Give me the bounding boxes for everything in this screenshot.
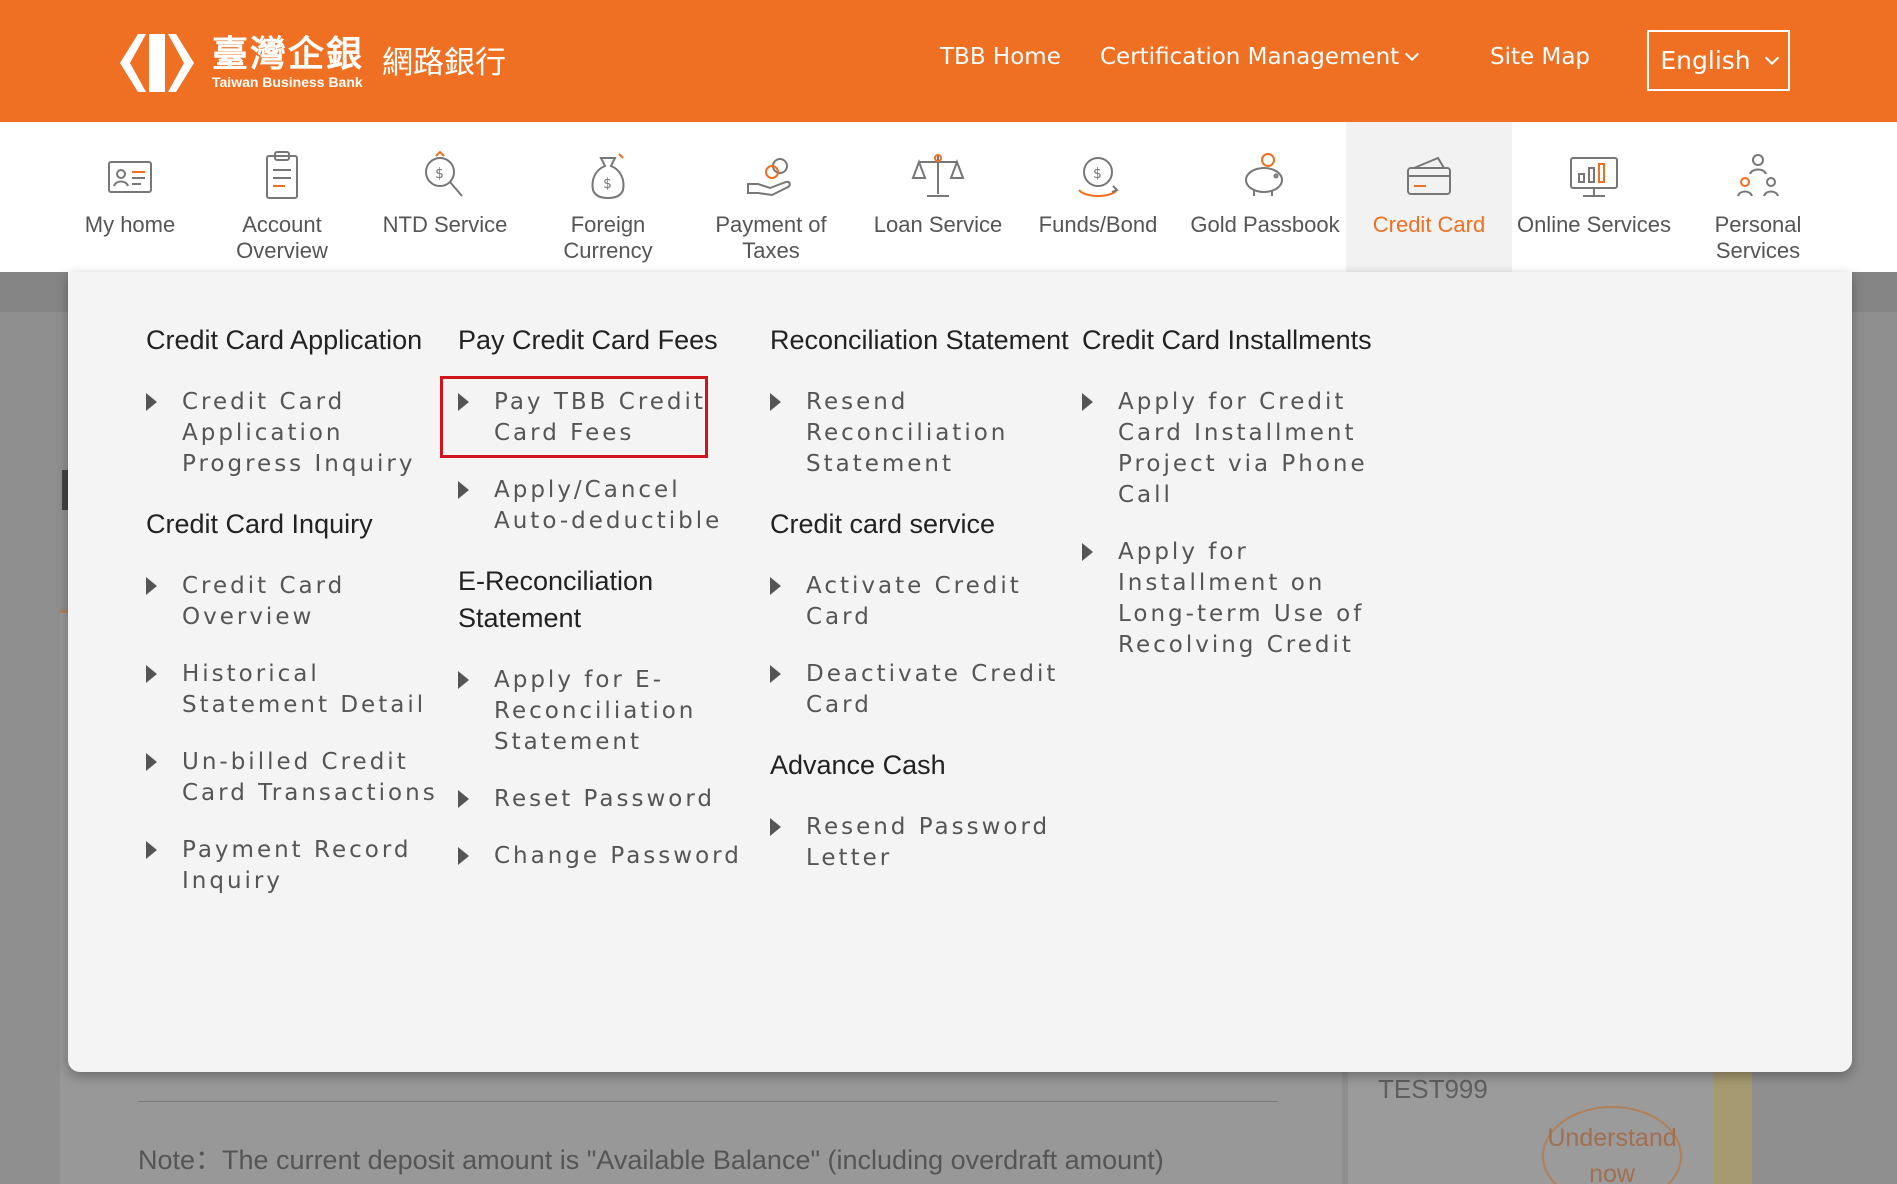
- certification-management-label: Certification Management: [1100, 44, 1400, 70]
- tbb-logo-icon: [120, 34, 194, 92]
- id-card-icon: [108, 161, 152, 193]
- group-title-e-reconciliation-statement: E-Reconciliation Statement: [458, 566, 654, 633]
- menu-label: Gold Passbook: [1190, 212, 1340, 237]
- site-map-link[interactable]: Site Map: [1490, 44, 1590, 70]
- background-divider: [138, 1101, 1278, 1102]
- credit-card-dropdown: Credit Card Application Credit Card Appl…: [68, 272, 1852, 1072]
- svg-text:$: $: [1093, 166, 1102, 182]
- group-title-credit-card-installments: Credit Card Installments: [1082, 325, 1372, 355]
- logo-chinese-name: 臺灣企銀: [212, 33, 365, 75]
- svg-text:$: $: [603, 176, 612, 192]
- svg-text:$: $: [435, 166, 444, 182]
- dropdown-column-4: Credit Card Installments Apply for Credi…: [1082, 322, 1382, 687]
- group-title-pay-credit-card-fees: Pay Credit Card Fees: [458, 325, 718, 355]
- link-historical-statement-detail[interactable]: Historical Statement Detail: [146, 659, 446, 721]
- group-title-reconciliation-statement: Reconciliation Statement: [770, 325, 1069, 355]
- group-title-advance-cash: Advance Cash: [770, 750, 946, 780]
- menu-label: Loan Service: [873, 212, 1003, 237]
- menu-item-funds-bond[interactable]: $ Funds/Bond: [1030, 122, 1166, 272]
- link-credit-card-application-progress-inquiry[interactable]: Credit Card Application Progress Inquiry: [146, 387, 446, 480]
- link-change-password[interactable]: Change Password: [458, 841, 758, 872]
- menu-item-ntd-service[interactable]: $ NTD Service: [378, 122, 512, 272]
- main-menu: My home Account Overview $ NTD Service $…: [0, 122, 1897, 272]
- menu-item-loan-service[interactable]: Loan Service: [868, 122, 1008, 272]
- link-activate-credit-card[interactable]: Activate Credit Card: [770, 571, 1070, 633]
- group-title-credit-card-application: Credit Card Application: [146, 325, 423, 355]
- chevron-down-icon: [1405, 46, 1420, 62]
- menu-item-credit-card[interactable]: Credit Card: [1346, 122, 1512, 272]
- link-reset-password[interactable]: Reset Password: [458, 784, 758, 815]
- link-apply-installment-phone-call[interactable]: Apply for Credit Card Installment Projec…: [1082, 387, 1382, 511]
- background-accent-bar: [1714, 1070, 1752, 1184]
- menu-item-my-home[interactable]: My home: [70, 122, 190, 272]
- menu-item-gold-passbook[interactable]: Gold Passbook: [1190, 122, 1340, 272]
- chevron-down-icon: [1764, 50, 1779, 65]
- menu-label: Credit Card: [1372, 212, 1486, 237]
- group-title-credit-card-service: Credit card service: [770, 509, 996, 539]
- group-title-credit-card-inquiry: Credit Card Inquiry: [146, 509, 373, 539]
- language-select[interactable]: English: [1647, 30, 1790, 91]
- logo-subtitle: 網路銀行: [382, 45, 507, 81]
- credit-card-icon: [1407, 156, 1451, 195]
- link-payment-record-inquiry[interactable]: Payment Record Inquiry: [146, 835, 446, 897]
- menu-item-personal-services[interactable]: Personal Services: [1694, 122, 1822, 272]
- people-icon: [1737, 154, 1779, 197]
- bank-logo[interactable]: 臺灣企銀 Taiwan Business Bank 網路銀行: [116, 30, 506, 96]
- link-unbilled-transactions[interactable]: Un-billed Credit Card Transactions: [146, 747, 446, 809]
- link-apply-cancel-auto-deductible[interactable]: Apply/Cancel Auto-deductible: [458, 475, 758, 537]
- tbb-home-link[interactable]: TBB Home: [940, 44, 1061, 70]
- link-credit-card-overview[interactable]: Credit Card Overview: [146, 571, 446, 633]
- scale-icon: [911, 154, 965, 197]
- link-deactivate-credit-card[interactable]: Deactivate Credit Card: [770, 659, 1070, 721]
- menu-label: Foreign Currency: [563, 212, 653, 263]
- logo-english-name: Taiwan Business Bank: [212, 74, 363, 90]
- account-label: TEST999: [1378, 1074, 1488, 1104]
- link-resend-password-letter[interactable]: Resend Password Letter: [770, 812, 1070, 874]
- menu-label: Funds/Bond: [1038, 212, 1158, 237]
- certification-management-menu[interactable]: Certification Management: [1100, 44, 1420, 70]
- menu-label: Account Overview: [236, 212, 328, 263]
- language-label: English: [1660, 46, 1751, 75]
- top-header: 臺灣企銀 Taiwan Business Bank 網路銀行 TBB Home …: [0, 0, 1897, 122]
- menu-label: My home: [84, 212, 176, 237]
- deposit-note: Note：The current deposit amount is "Avai…: [138, 1145, 1164, 1175]
- link-apply-installment-revolving-credit[interactable]: Apply for Installment on Long-term Use o…: [1082, 537, 1382, 661]
- menu-item-account-overview[interactable]: Account Overview: [222, 122, 342, 272]
- monitor-chart-icon: [1570, 157, 1618, 197]
- link-resend-reconciliation-statement[interactable]: Resend Reconciliation Statement: [770, 387, 1070, 480]
- menu-item-online-services[interactable]: Online Services: [1514, 122, 1674, 272]
- piggy-bank-icon: [1245, 153, 1283, 196]
- dropdown-column-1: Credit Card Application Credit Card Appl…: [146, 322, 446, 923]
- hand-coin-icon: [747, 158, 791, 197]
- highlight-box: [440, 376, 708, 458]
- coin-cycle-icon: $: [1078, 157, 1119, 197]
- menu-item-foreign-currency[interactable]: $ Foreign Currency: [548, 122, 668, 272]
- menu-label: NTD Service: [382, 212, 508, 237]
- magnify-dollar-icon: $: [425, 150, 463, 197]
- money-bag-icon: $: [591, 153, 625, 200]
- clipboard-icon: [266, 151, 298, 199]
- menu-label: Payment of Taxes: [715, 212, 827, 263]
- menu-label: Personal Services: [1714, 212, 1802, 263]
- menu-item-payment-of-taxes[interactable]: Payment of Taxes: [706, 122, 836, 272]
- menu-label: Online Services: [1516, 212, 1672, 237]
- link-apply-e-reconciliation-statement[interactable]: Apply for E-Reconciliation Statement: [458, 665, 758, 758]
- dropdown-column-3: Reconciliation Statement Resend Reconcil…: [770, 322, 1070, 900]
